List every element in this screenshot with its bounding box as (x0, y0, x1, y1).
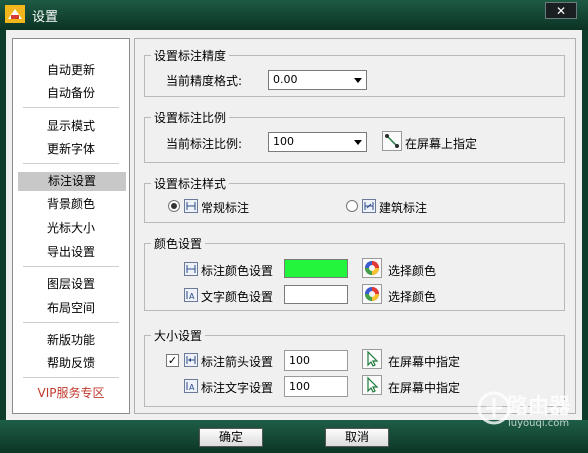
sidebar-divider (23, 322, 119, 323)
precision-format-value: 0.00 (273, 73, 298, 86)
settings-panel: 设置标注精度 当前精度格式: 0.00 设置标注比例 当前标注比例: 100 在… (134, 38, 576, 414)
architectural-dimension-icon (362, 199, 376, 213)
svg-text:A: A (189, 383, 195, 392)
precision-format-label: 当前精度格式: (166, 74, 243, 88)
architectural-dimension-label: 建筑标注 (379, 201, 428, 215)
settings-sidebar: 自动更新 自动备份 显示模式 更新字体 标注设置 背景颜色 光标大小 导出设置 … (12, 38, 130, 414)
arrow-size-label: 标注箭头设置 (201, 355, 274, 369)
choose-dimension-color-label: 选择颜色 (388, 264, 437, 278)
dimension-color-icon (184, 262, 198, 276)
text-color-label: 文字颜色设置 (201, 290, 274, 304)
choose-text-color-label: 选择颜色 (388, 290, 437, 304)
dialog-body: 自动更新 自动备份 显示模式 更新字体 标注设置 背景颜色 光标大小 导出设置 … (6, 30, 582, 420)
pick-on-screen-button[interactable] (382, 131, 402, 151)
precision-format-select[interactable]: 0.00 (268, 70, 367, 90)
choose-dimension-color-button[interactable] (362, 258, 382, 278)
watermark-brand: 路由器 (507, 394, 570, 418)
scale-select[interactable]: 100 (268, 132, 367, 152)
sidebar-item-vip-service[interactable]: VIP服务专区 (13, 384, 129, 403)
settings-window: 设置 ✕ 自动更新 自动备份 显示模式 更新字体 标注设置 背景颜色 光标大小 … (0, 0, 588, 453)
scale-label: 当前标注比例: (166, 137, 243, 151)
cancel-button[interactable]: 取消 (325, 428, 389, 447)
radio-architectural-dimension[interactable] (346, 200, 358, 212)
precision-group-title: 设置标注精度 (154, 49, 227, 63)
text-size-label: 标注文字设置 (201, 381, 274, 395)
ok-button[interactable]: 确定 (199, 428, 263, 447)
watermark-url: luyouqi.com (508, 418, 570, 429)
sidebar-divider (23, 163, 119, 164)
title-bar: 设置 ✕ (0, 0, 588, 30)
regular-dimension-label: 常规标注 (201, 201, 250, 215)
sidebar-item-help-feedback[interactable]: 帮助反馈 (13, 354, 129, 373)
sidebar-item-auto-update[interactable]: 自动更新 (13, 61, 129, 80)
sidebar-item-dimension-settings[interactable]: 标注设置 (18, 172, 126, 191)
arrow-pick-on-screen-label: 在屏幕中指定 (388, 355, 461, 369)
choose-text-color-button[interactable] (362, 284, 382, 304)
arrow-size-icon (184, 353, 198, 367)
text-color-swatch[interactable] (284, 285, 348, 304)
pointer-pick-icon (367, 376, 379, 393)
sidebar-item-new-features[interactable]: 新版功能 (13, 331, 129, 350)
text-pick-on-screen-button[interactable] (362, 375, 382, 395)
window-title: 设置 (32, 10, 59, 25)
radio-regular-dimension[interactable] (168, 200, 180, 212)
regular-dimension-icon (184, 199, 198, 213)
sidebar-divider (23, 107, 119, 108)
scale-group-title: 设置标注比例 (154, 111, 227, 125)
size-group-title: 大小设置 (154, 329, 203, 343)
color-group-title: 颜色设置 (154, 237, 203, 251)
chevron-down-icon (354, 140, 362, 145)
pointer-pick-icon (367, 350, 379, 367)
sidebar-divider (23, 266, 119, 267)
sidebar-item-layer-settings[interactable]: 图层设置 (13, 275, 129, 294)
scale-screen-label: 在屏幕上指定 (405, 137, 478, 151)
sidebar-item-display-mode[interactable]: 显示模式 (13, 117, 129, 136)
color-wheel-icon (365, 261, 379, 275)
arrow-size-input[interactable]: 100 (284, 350, 348, 371)
arrow-size-checkbox[interactable]: ✓ (166, 354, 179, 367)
dimension-color-label: 标注颜色设置 (201, 264, 274, 278)
text-color-icon: A (184, 288, 198, 302)
scale-value: 100 (273, 135, 294, 148)
svg-text:A: A (189, 292, 195, 301)
chevron-down-icon (354, 78, 362, 83)
text-size-icon: A (184, 379, 198, 393)
sidebar-item-update-font[interactable]: 更新字体 (13, 140, 129, 159)
sidebar-item-auto-backup[interactable]: 自动备份 (13, 84, 129, 103)
sidebar-item-export-settings[interactable]: 导出设置 (13, 243, 129, 262)
sidebar-divider (23, 377, 119, 378)
style-group-title: 设置标注样式 (154, 177, 227, 191)
text-size-input[interactable]: 100 (284, 376, 348, 397)
sidebar-item-layout-space[interactable]: 布局空间 (13, 299, 129, 318)
text-pick-on-screen-label: 在屏幕中指定 (388, 381, 461, 395)
app-logo-icon (5, 5, 25, 23)
pick-scale-icon (385, 134, 399, 148)
close-button[interactable]: ✕ (545, 2, 577, 19)
checkmark-icon: ✓ (167, 354, 178, 367)
color-wheel-icon (365, 287, 379, 301)
dimension-color-swatch[interactable] (284, 259, 348, 278)
sidebar-item-cursor-size[interactable]: 光标大小 (13, 219, 129, 238)
sidebar-item-background-color[interactable]: 背景颜色 (13, 195, 129, 214)
arrow-pick-on-screen-button[interactable] (362, 349, 382, 369)
